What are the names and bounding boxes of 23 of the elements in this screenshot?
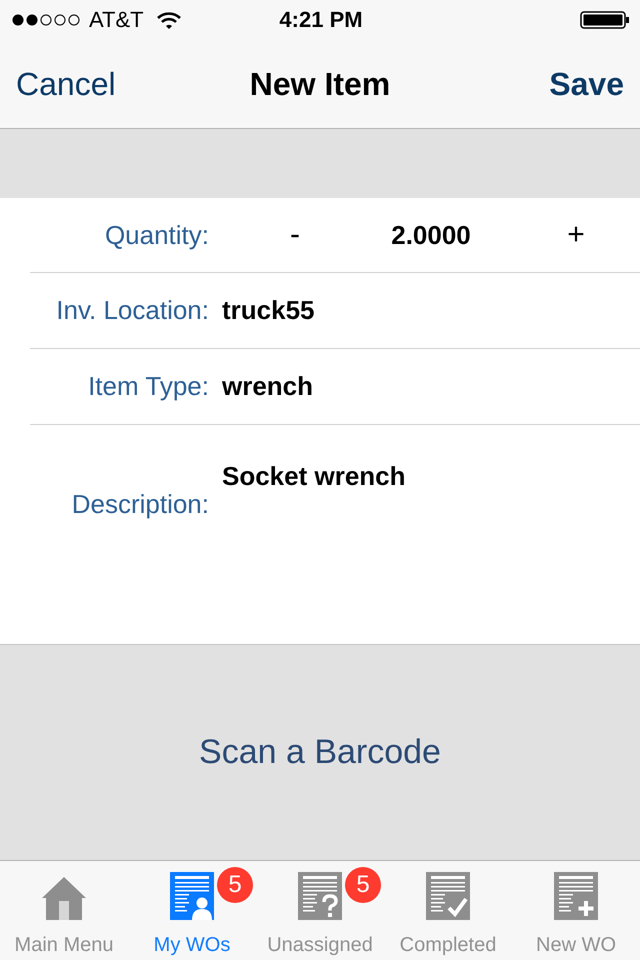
field-label: Item Type: xyxy=(87,371,209,402)
text-field[interactable]: truck55 xyxy=(222,295,314,326)
decrement-button[interactable]: - xyxy=(270,218,320,252)
wifi-icon xyxy=(156,12,181,28)
status-time: 4:21 PM xyxy=(279,7,363,33)
count-badge: 5 xyxy=(217,867,253,903)
scan-barcode-button[interactable]: Scan a Barcode xyxy=(0,644,640,860)
battery-icon xyxy=(580,11,630,29)
signal-icon xyxy=(12,14,82,26)
field-label: Quantity: xyxy=(104,220,209,250)
carrier-name: AT&T xyxy=(89,7,144,33)
save-button[interactable]: Save xyxy=(549,66,624,102)
field-label: Inv. Location: xyxy=(55,295,209,326)
cancel-button[interactable]: Cancel xyxy=(16,66,116,102)
text-field[interactable]: wrench xyxy=(222,371,314,402)
text-area[interactable]: Socket wrench xyxy=(222,425,406,492)
increment-button[interactable]: + xyxy=(551,218,601,252)
count-badge: 5 xyxy=(345,867,381,903)
field-label: Description: xyxy=(70,488,209,520)
screen-title: New Item xyxy=(250,66,390,102)
tab-item[interactable]: 5 Unassigned xyxy=(256,861,384,960)
tab-item[interactable]: 5 My WOs xyxy=(128,861,256,960)
quantity-value: 2.0000 xyxy=(390,220,472,250)
